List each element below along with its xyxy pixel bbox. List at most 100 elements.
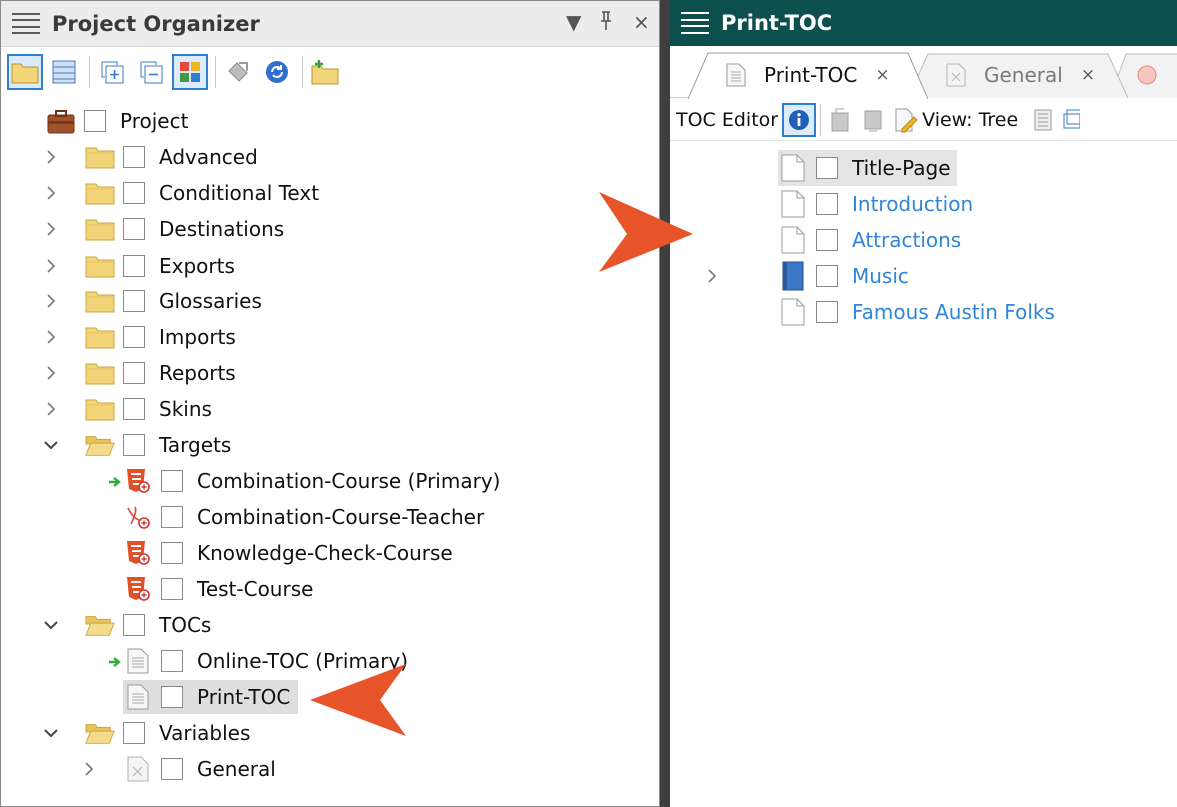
chevron-right-icon bbox=[47, 186, 56, 200]
entry-checkbox[interactable] bbox=[816, 301, 838, 323]
entry-checkbox[interactable] bbox=[816, 265, 838, 287]
tree-item[interactable]: Advanced bbox=[85, 140, 258, 174]
item-checkbox[interactable] bbox=[123, 218, 145, 240]
chevron-right-icon bbox=[708, 269, 717, 283]
new-folder-button[interactable] bbox=[307, 54, 343, 90]
toc-entry[interactable]: Music bbox=[778, 258, 909, 294]
item-checkbox[interactable] bbox=[123, 290, 145, 312]
expand-toggle[interactable] bbox=[81, 761, 97, 777]
close-tab-icon[interactable]: × bbox=[875, 65, 889, 85]
expand-toggle[interactable] bbox=[704, 268, 720, 284]
item-checkbox[interactable] bbox=[123, 398, 145, 420]
entry-checkbox[interactable] bbox=[816, 157, 838, 179]
item-checkbox[interactable] bbox=[161, 758, 183, 780]
tree-item[interactable]: Combination-Course (Primary) bbox=[123, 464, 500, 498]
properties-button[interactable] bbox=[782, 102, 817, 137]
item-checkbox[interactable] bbox=[123, 326, 145, 348]
tree-item[interactable]: Test-Course bbox=[123, 572, 313, 606]
tree-item[interactable]: Skins bbox=[85, 392, 212, 426]
tab-print-toc[interactable]: Print-TOC × bbox=[688, 52, 928, 99]
expand-toggle[interactable] bbox=[43, 401, 59, 417]
item-checkbox[interactable] bbox=[161, 650, 183, 672]
tree-item[interactable]: Project bbox=[46, 104, 188, 138]
toc-entry[interactable]: Introduction bbox=[778, 186, 973, 222]
expand-toggle[interactable] bbox=[43, 221, 59, 237]
bind-button[interactable] bbox=[220, 54, 256, 90]
tree-item[interactable]: Conditional Text bbox=[85, 176, 319, 210]
entry-checkbox[interactable] bbox=[816, 193, 838, 215]
item-checkbox[interactable] bbox=[161, 506, 183, 528]
expand-toggle[interactable] bbox=[43, 329, 59, 345]
book-up-icon bbox=[831, 108, 849, 131]
folder-icon bbox=[85, 291, 115, 313]
target-icon bbox=[1137, 65, 1157, 85]
collapse-toggle[interactable] bbox=[43, 725, 59, 741]
folder-icon bbox=[85, 399, 115, 421]
tree-item-label: Print-TOC bbox=[197, 685, 291, 709]
tree-item[interactable]: Combination-Course-Teacher bbox=[123, 500, 484, 534]
item-checkbox[interactable] bbox=[123, 362, 145, 384]
entry-checkbox[interactable] bbox=[816, 229, 838, 251]
pin-icon[interactable] bbox=[599, 10, 613, 37]
item-checkbox[interactable] bbox=[123, 146, 145, 168]
close-tab-icon[interactable]: × bbox=[1081, 65, 1095, 85]
tree-item[interactable]: Reports bbox=[85, 356, 236, 390]
dropdown-icon[interactable]: ▼ bbox=[566, 10, 581, 34]
toc-entry-label: Introduction bbox=[852, 192, 974, 216]
pane-splitter[interactable] bbox=[660, 0, 670, 807]
project-organizer-toolbar bbox=[1, 48, 659, 96]
expand-toggle[interactable] bbox=[43, 185, 59, 201]
tree-item[interactable]: Imports bbox=[85, 320, 236, 354]
item-checkbox[interactable] bbox=[123, 722, 145, 744]
collapse-toggle[interactable] bbox=[43, 437, 59, 453]
tree-item[interactable]: Print-TOC bbox=[123, 680, 299, 714]
item-checkbox[interactable] bbox=[123, 255, 145, 277]
editor-label: TOC Editor bbox=[676, 108, 779, 131]
tree-item-label: Destinations bbox=[159, 217, 285, 241]
menu-icon[interactable] bbox=[681, 12, 709, 34]
tree-item[interactable]: Exports bbox=[85, 249, 235, 283]
expand-toggle[interactable] bbox=[43, 293, 59, 309]
tree-item[interactable]: Targets bbox=[85, 428, 231, 462]
item-checkbox[interactable] bbox=[123, 434, 145, 456]
expand-toggle[interactable] bbox=[43, 365, 59, 381]
item-checkbox[interactable] bbox=[123, 182, 145, 204]
refresh-button[interactable] bbox=[259, 54, 295, 90]
expand-all-button[interactable] bbox=[94, 54, 130, 90]
tree-item[interactable]: Glossaries bbox=[85, 284, 262, 318]
toc-entry[interactable]: Attractions bbox=[778, 222, 961, 258]
move-up-button[interactable] bbox=[825, 102, 855, 138]
show-files-button[interactable] bbox=[172, 54, 208, 90]
collapse-all-button[interactable] bbox=[133, 54, 169, 90]
grid-view-button[interactable] bbox=[46, 54, 82, 90]
menu-icon[interactable] bbox=[12, 12, 40, 35]
move-down-button[interactable] bbox=[858, 102, 888, 138]
tree-item[interactable]: General bbox=[123, 752, 276, 786]
pdf-target-icon bbox=[127, 506, 150, 529]
tree-item[interactable]: Variables bbox=[85, 716, 250, 750]
tree-item[interactable]: Destinations bbox=[85, 212, 284, 246]
html5-target-icon bbox=[127, 541, 150, 565]
topic-page-icon bbox=[781, 154, 805, 182]
close-icon[interactable]: × bbox=[633, 10, 650, 34]
folder-icon bbox=[85, 219, 115, 241]
item-checkbox[interactable] bbox=[161, 686, 183, 708]
columns-button[interactable] bbox=[1028, 102, 1058, 138]
tree-item[interactable]: TOCs bbox=[85, 608, 211, 642]
item-checkbox[interactable] bbox=[161, 542, 183, 564]
toc-entry[interactable]: Title-Page bbox=[778, 150, 957, 186]
item-checkbox[interactable] bbox=[161, 470, 183, 492]
view-button[interactable] bbox=[891, 102, 921, 138]
folder-view-button[interactable] bbox=[7, 54, 43, 90]
toc-entry[interactable]: Famous Austin Folks bbox=[778, 294, 1055, 330]
expand-toggle[interactable] bbox=[43, 258, 59, 274]
item-checkbox[interactable] bbox=[123, 614, 145, 636]
tab-general[interactable]: General × bbox=[908, 52, 1128, 98]
tree-item[interactable]: Knowledge-Check-Course bbox=[123, 536, 453, 570]
view-label[interactable]: View: Tree bbox=[922, 109, 1018, 131]
more-button[interactable] bbox=[1061, 102, 1081, 138]
item-checkbox[interactable] bbox=[84, 110, 106, 132]
collapse-toggle[interactable] bbox=[43, 617, 59, 633]
item-checkbox[interactable] bbox=[161, 578, 183, 600]
expand-toggle[interactable] bbox=[43, 149, 59, 165]
